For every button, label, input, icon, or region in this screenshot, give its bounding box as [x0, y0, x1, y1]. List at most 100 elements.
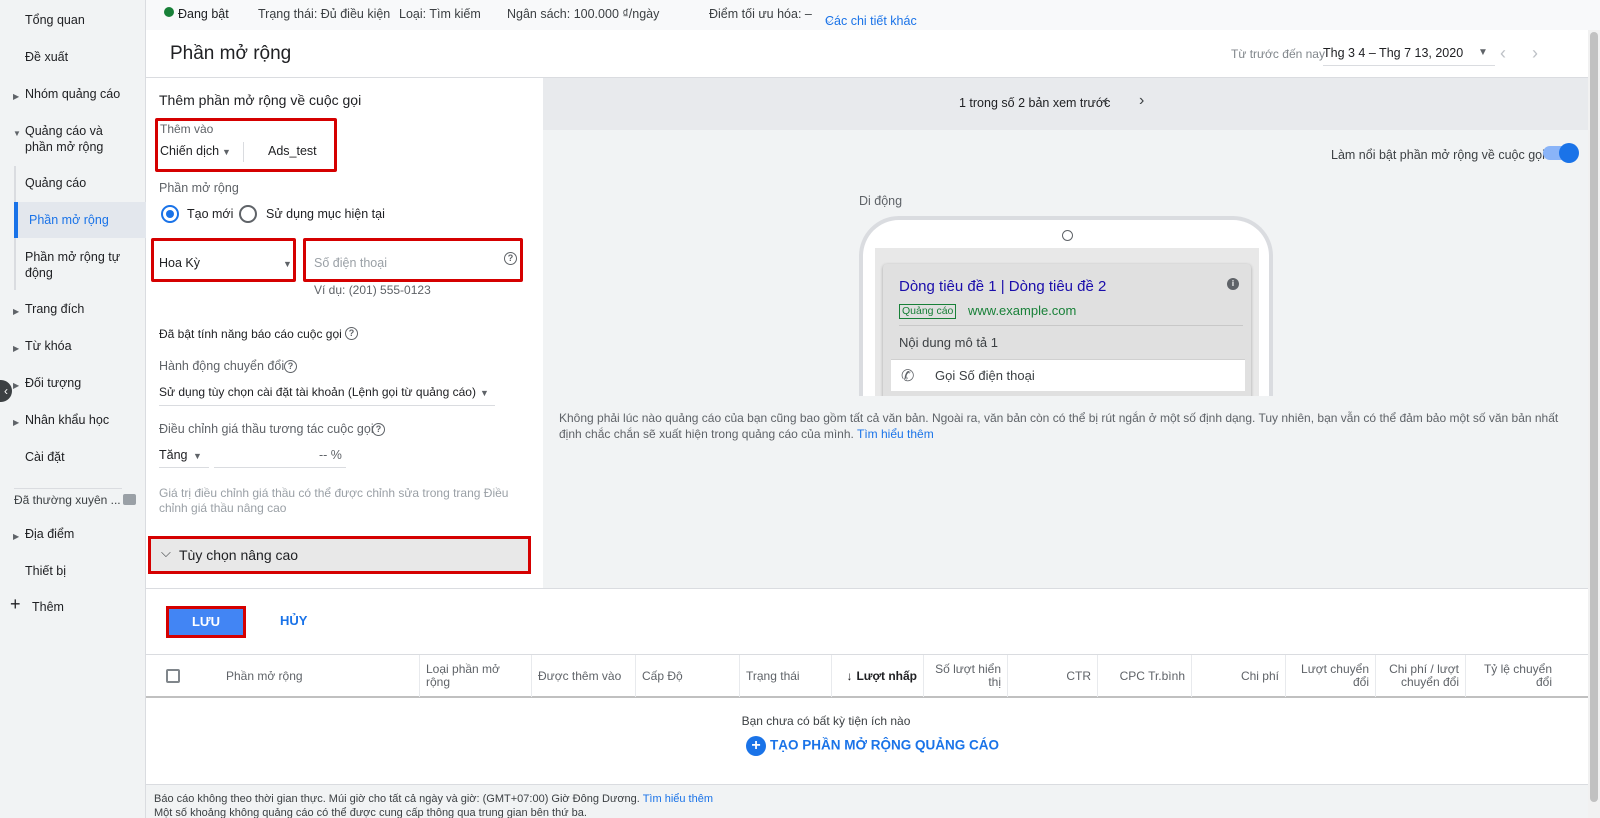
phone-number-input[interactable]: Số điện thoại: [314, 256, 387, 270]
phone-example: Ví dụ: (201) 555-0123: [314, 283, 431, 297]
scrollbar-thumb[interactable]: [1590, 32, 1598, 802]
highlight-toggle[interactable]: [1543, 143, 1579, 163]
column-header[interactable]: Trạng thái: [740, 655, 832, 697]
dropdown-arrow-icon[interactable]: ▼: [222, 147, 231, 157]
call-reporting-label: Đã bật tính năng báo cáo cuộc gọi: [159, 327, 342, 341]
dropdown-arrow-icon[interactable]: ▼: [283, 259, 292, 269]
sidebar-item-ads-extensions[interactable]: ▼ Quảng cáo và phần mở rộng: [0, 123, 140, 155]
previous-period-icon[interactable]: ‹: [1500, 43, 1506, 64]
phone-camera: [1062, 230, 1073, 241]
caret-right-icon: ▶: [13, 381, 20, 390]
column-header[interactable]: Được thêm vào: [532, 655, 636, 697]
column-label: Phần mở rộng: [226, 668, 303, 683]
page-footer: Báo cáo không theo thời gian thực. Múi g…: [146, 784, 1600, 818]
call-extension-form: Thêm phần mở rộng về cuộc gọi Thêm vào C…: [146, 78, 543, 588]
sidebar-item-label: Tổng quan: [25, 13, 85, 27]
column-header[interactable]: Loại phần mở rộng: [420, 655, 532, 697]
caret-right-icon: ▶: [13, 92, 20, 101]
divider: [899, 325, 1243, 326]
sidebar-item-label: Quảng cáo: [25, 176, 87, 190]
sidebar-item-devices[interactable]: Thiết bị: [0, 563, 146, 579]
sidebar-item-overview[interactable]: Tổng quan: [0, 12, 146, 28]
sidebar-item-recommendations[interactable]: Đề xuất: [0, 49, 146, 65]
highlight-call-extension-label: Làm nổi bật phần mở rộng về cuộc gọi: [1331, 148, 1545, 162]
column-label: Lượt chuyển đổi: [1301, 662, 1369, 689]
caret-right-icon: ▶: [13, 532, 20, 541]
sidebar-item-label: Địa điểm: [25, 527, 75, 541]
column-label: Trạng thái: [746, 668, 800, 683]
bid-value-input[interactable]: -- %: [319, 448, 342, 462]
sidebar-item-audiences[interactable]: ▶ Đối tượng: [0, 375, 146, 391]
ad-headline: Dòng tiêu đề 1 | Dòng tiêu đề 2: [899, 278, 1107, 295]
column-header[interactable]: Số lượt hiển thị: [924, 655, 1008, 697]
input-underline: [159, 405, 495, 406]
radio-use-existing-label[interactable]: Sử dụng mục hiện tại: [266, 207, 385, 221]
feedback-icon[interactable]: [123, 494, 136, 505]
date-range-picker[interactable]: Thg 3 4 – Thg 7 13, 2020: [1323, 46, 1495, 66]
save-button[interactable]: LƯU: [166, 606, 246, 638]
next-period-icon[interactable]: ›: [1532, 43, 1538, 64]
add-to-dropdown[interactable]: Chiến dịch: [160, 144, 219, 158]
help-icon[interactable]: ?: [372, 423, 385, 436]
phone-screen: Dòng tiêu đề 1 | Dòng tiêu đề 2 Quảng cá…: [875, 248, 1259, 396]
sidebar-item-auto-extensions[interactable]: Phần mở rộng tự động: [0, 249, 124, 281]
radio-create-new[interactable]: [161, 205, 179, 223]
learn-more-link[interactable]: Tìm hiểu thêm: [857, 427, 934, 441]
help-icon[interactable]: ?: [284, 360, 297, 373]
extension-label: Phần mở rộng: [159, 181, 239, 195]
sidebar-item-locations[interactable]: ▶ Địa điểm: [0, 526, 146, 542]
bid-direction-dropdown[interactable]: Tăng: [159, 448, 188, 462]
column-header[interactable]: Lượt chuyển đổi: [1286, 655, 1376, 697]
footer-line: Báo cáo không theo thời gian thực. Múi g…: [154, 793, 713, 805]
sidebar-item-ad-groups[interactable]: ▶ Nhóm quảng cáo: [0, 86, 146, 102]
advanced-options-toggle[interactable]: ⌵ Tùy chọn nâng cao: [148, 536, 531, 574]
chevron-down-icon: ⌵: [825, 14, 834, 26]
preview-note: Không phải lúc nào quảng cáo của bạn cũn…: [559, 410, 1569, 442]
column-label: Cấp Độ: [642, 668, 683, 683]
create-extension-link[interactable]: + TẠO PHẦN MỞ RỘNG QUẢNG CÁO: [746, 736, 999, 756]
chevron-down-icon: ⌵: [161, 545, 171, 560]
country-dropdown[interactable]: Hoa Kỳ: [159, 256, 200, 270]
campaign-status: Trạng thái: Đủ điều kiện: [258, 7, 391, 21]
column-header[interactable]: Tỷ lệ chuyển đổi: [1466, 655, 1558, 697]
column-header[interactable]: Chi phí / lượt chuyển đổi: [1376, 655, 1466, 697]
more-details-label: Các chi tiết khác: [825, 14, 917, 28]
sidebar-item-demographics[interactable]: ▶ Nhân khẩu học: [0, 412, 146, 428]
radio-use-existing[interactable]: [239, 205, 257, 223]
sidebar-item-ads[interactable]: Quảng cáo: [0, 175, 146, 191]
bid-adjustment-label: Điều chỉnh giá thầu tương tác cuộc gọi: [159, 422, 374, 436]
column-header[interactable]: Phần mở rộng: [220, 655, 420, 697]
add-circle-icon: +: [746, 736, 766, 756]
conversion-action-dropdown[interactable]: Sử dụng tùy chọn cài đặt tài khoản (Lệnh…: [159, 385, 476, 399]
column-header[interactable]: Chi phí: [1192, 655, 1286, 697]
help-icon[interactable]: ?: [504, 252, 517, 265]
optimization-score: Điểm tối ưu hóa: –: [709, 7, 812, 21]
preview-note-text: Không phải lúc nào quảng cáo của bạn cũn…: [559, 411, 1559, 441]
sidebar-item-extensions[interactable]: Phần mở rộng: [14, 202, 146, 238]
help-icon[interactable]: ?: [345, 327, 358, 340]
previous-preview-icon[interactable]: ‹: [1103, 92, 1108, 110]
campaign-name[interactable]: Ads_test: [268, 144, 317, 158]
column-header-sorted[interactable]: ↓ Lượt nhấp: [832, 655, 924, 697]
next-preview-icon[interactable]: ›: [1139, 92, 1144, 110]
radio-create-new-label[interactable]: Tạo mới: [187, 207, 233, 221]
column-header[interactable]: CTR: [1008, 655, 1098, 697]
sidebar-item-more[interactable]: + Thêm: [0, 595, 146, 615]
dropdown-arrow-icon[interactable]: ▼: [1478, 47, 1488, 58]
form-actions: LƯU HỦY: [146, 588, 1600, 654]
dropdown-arrow-icon[interactable]: ▼: [193, 451, 202, 461]
column-header[interactable]: CPC Tr.bình: [1098, 655, 1192, 697]
sidebar-item-label: Phần mở rộng: [29, 213, 109, 227]
caret-right-icon: ▶: [13, 344, 20, 353]
column-header[interactable]: Cấp Độ: [636, 655, 740, 697]
cancel-button[interactable]: HỦY: [280, 613, 307, 628]
sidebar-item-settings[interactable]: Cài đặt: [0, 449, 146, 465]
sidebar-item-landing-pages[interactable]: ▶ Trang đích: [0, 301, 146, 317]
add-to-label: Thêm vào: [160, 122, 214, 136]
column-label: Được thêm vào: [538, 668, 622, 683]
column-label: Lượt nhấp: [856, 668, 917, 683]
select-all-checkbox[interactable]: [166, 669, 180, 683]
sidebar-item-keywords[interactable]: ▶ Từ khóa: [0, 338, 146, 354]
footer-learn-more-link[interactable]: Tìm hiểu thêm: [643, 793, 713, 805]
dropdown-arrow-icon[interactable]: ▼: [480, 388, 489, 398]
